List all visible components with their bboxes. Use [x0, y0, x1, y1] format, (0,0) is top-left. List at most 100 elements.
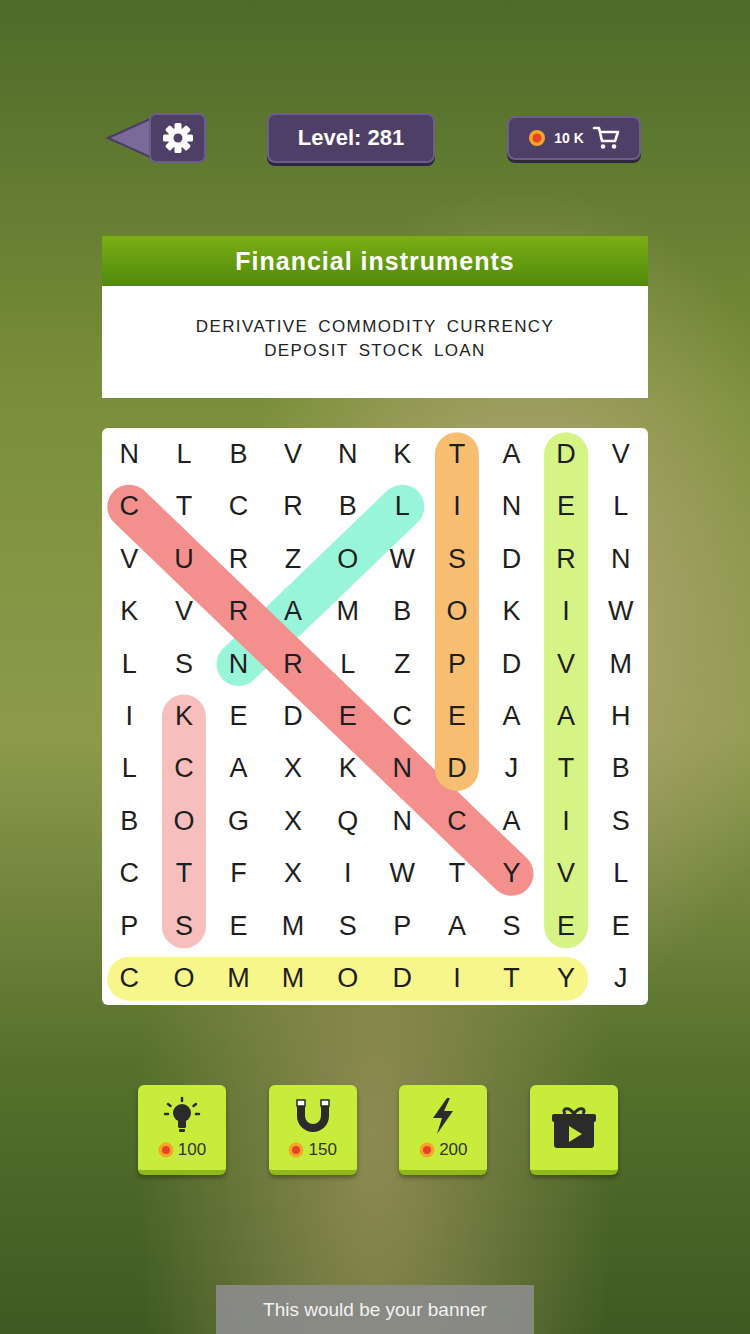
grid-letter[interactable]: E	[539, 480, 594, 532]
grid-letter[interactable]: O	[320, 953, 375, 1005]
grid-letter[interactable]: T	[430, 848, 485, 900]
grid-letter[interactable]: C	[102, 480, 157, 532]
grid-letter[interactable]: N	[593, 533, 648, 585]
grid-letter[interactable]: K	[484, 585, 539, 637]
grid-letter[interactable]: P	[430, 638, 485, 690]
grid-letter[interactable]: D	[484, 533, 539, 585]
grid-letter[interactable]: L	[593, 848, 648, 900]
grid-letter[interactable]: I	[430, 953, 485, 1005]
grid-letter[interactable]: O	[157, 953, 212, 1005]
grid-letter[interactable]: H	[593, 690, 648, 742]
grid-letter[interactable]: S	[157, 638, 212, 690]
grid-letter[interactable]: K	[157, 690, 212, 742]
grid-letter[interactable]: D	[266, 690, 321, 742]
grid-letter[interactable]: D	[375, 953, 430, 1005]
grid-letter[interactable]: X	[266, 848, 321, 900]
grid-letter[interactable]: M	[320, 585, 375, 637]
grid-letter[interactable]: V	[539, 638, 594, 690]
grid-letter[interactable]: Z	[266, 533, 321, 585]
grid-letter[interactable]: L	[157, 428, 212, 480]
grid-letter[interactable]: E	[211, 690, 266, 742]
grid-letter[interactable]: W	[375, 848, 430, 900]
grid-letter[interactable]: F	[211, 848, 266, 900]
grid-letter[interactable]: S	[593, 795, 648, 847]
grid-letter[interactable]: D	[430, 743, 485, 795]
grid-letter[interactable]: B	[211, 428, 266, 480]
grid-letter[interactable]: Y	[484, 848, 539, 900]
grid-letter[interactable]: V	[157, 585, 212, 637]
grid-letter[interactable]: X	[266, 743, 321, 795]
grid-letter[interactable]: K	[320, 743, 375, 795]
grid-letter[interactable]: A	[539, 690, 594, 742]
grid-letter[interactable]: V	[266, 428, 321, 480]
grid-letter[interactable]: B	[375, 585, 430, 637]
back-settings-button[interactable]	[106, 111, 206, 165]
grid-letter[interactable]: J	[484, 743, 539, 795]
grid-letter[interactable]: M	[593, 638, 648, 690]
grid-letter[interactable]: C	[375, 690, 430, 742]
grid-letter[interactable]: N	[211, 638, 266, 690]
grid-letter[interactable]: M	[266, 953, 321, 1005]
grid-letter[interactable]: D	[539, 428, 594, 480]
grid-letter[interactable]: I	[320, 848, 375, 900]
grid-letter[interactable]: M	[211, 953, 266, 1005]
tool-button[interactable]: 200	[399, 1085, 487, 1175]
grid-letter[interactable]: T	[484, 953, 539, 1005]
grid-letter[interactable]: A	[484, 795, 539, 847]
grid-letter[interactable]: I	[539, 795, 594, 847]
grid-letter[interactable]: O	[320, 533, 375, 585]
ad-banner[interactable]: This would be your banner	[216, 1285, 534, 1334]
tool-button[interactable]: 150	[269, 1085, 357, 1175]
grid-letter[interactable]: B	[320, 480, 375, 532]
grid-letter[interactable]: E	[211, 900, 266, 952]
grid-letter[interactable]: J	[593, 953, 648, 1005]
grid-letter[interactable]: L	[102, 638, 157, 690]
grid-letter[interactable]: C	[157, 743, 212, 795]
grid-letter[interactable]: E	[539, 900, 594, 952]
grid-letter[interactable]: E	[430, 690, 485, 742]
tool-button[interactable]: 100	[138, 1085, 226, 1175]
grid-letter[interactable]: N	[375, 795, 430, 847]
grid-letter[interactable]: N	[102, 428, 157, 480]
grid-letter[interactable]: W	[593, 585, 648, 637]
grid-letter[interactable]: L	[102, 743, 157, 795]
grid-letter[interactable]: N	[320, 428, 375, 480]
grid-letter[interactable]: A	[266, 585, 321, 637]
grid-letter[interactable]: A	[430, 900, 485, 952]
grid-letter[interactable]: A	[484, 690, 539, 742]
grid-letter[interactable]: B	[593, 743, 648, 795]
gear-icon[interactable]	[163, 123, 193, 153]
grid-letter[interactable]: T	[430, 428, 485, 480]
tool-button[interactable]	[530, 1085, 618, 1175]
grid-letter[interactable]: V	[539, 848, 594, 900]
grid-letter[interactable]: O	[430, 585, 485, 637]
grid-letter[interactable]: S	[484, 900, 539, 952]
grid-letter[interactable]: T	[157, 848, 212, 900]
grid-letter[interactable]: C	[430, 795, 485, 847]
coins-counter[interactable]: 10 K	[507, 116, 641, 160]
letter-grid[interactable]: NLBVNKTADVCTCRBLINELVURZOWSDRNKVRAMBOKIW…	[102, 428, 648, 1005]
grid-letter[interactable]: E	[320, 690, 375, 742]
grid-letter[interactable]: I	[430, 480, 485, 532]
grid-letter[interactable]: Z	[375, 638, 430, 690]
grid-letter[interactable]: V	[593, 428, 648, 480]
grid-letter[interactable]: A	[484, 428, 539, 480]
grid-letter[interactable]: S	[430, 533, 485, 585]
grid-letter[interactable]: C	[211, 480, 266, 532]
grid-letter[interactable]: R	[539, 533, 594, 585]
cart-icon[interactable]	[592, 125, 620, 151]
grid-letter[interactable]: T	[539, 743, 594, 795]
grid-letter[interactable]: T	[157, 480, 212, 532]
grid-letter[interactable]: O	[157, 795, 212, 847]
grid-letter[interactable]: P	[102, 900, 157, 952]
grid-letter[interactable]: U	[157, 533, 212, 585]
grid-letter[interactable]: L	[375, 480, 430, 532]
grid-letter[interactable]: I	[539, 585, 594, 637]
grid-letter[interactable]: Q	[320, 795, 375, 847]
grid-letter[interactable]: L	[320, 638, 375, 690]
grid-letter[interactable]: X	[266, 795, 321, 847]
grid-letter[interactable]: C	[102, 848, 157, 900]
grid-letter[interactable]: G	[211, 795, 266, 847]
grid-letter[interactable]: W	[375, 533, 430, 585]
grid-letter[interactable]: K	[102, 585, 157, 637]
